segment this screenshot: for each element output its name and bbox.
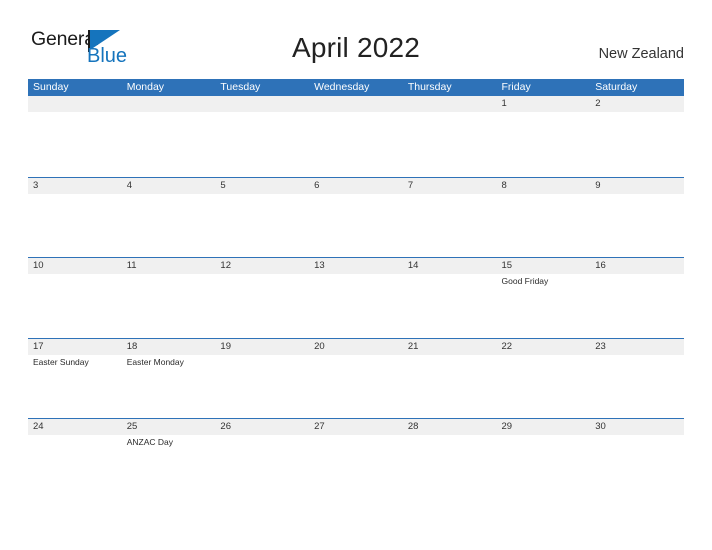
day-number: 25: [126, 421, 138, 433]
day-number: 1: [501, 98, 507, 109]
day-number: 14: [407, 260, 419, 272]
day-cell[interactable]: 19: [215, 339, 309, 419]
day-number: 21: [407, 340, 419, 352]
day-number: 12: [220, 260, 231, 272]
day-number: 11: [126, 260, 137, 272]
day-cell[interactable]: 10: [28, 258, 122, 338]
day-cell[interactable]: 17 Easter Sunday: [28, 339, 122, 419]
day-number: 4: [126, 179, 132, 191]
day-number: 17: [33, 340, 44, 352]
day-cell[interactable]: 21: [403, 339, 497, 419]
day-number: 15: [501, 260, 513, 272]
day-number: 24: [33, 421, 44, 433]
day-cell[interactable]: 30: [590, 419, 684, 499]
day-cell[interactable]: 13: [309, 258, 403, 338]
day-event-label: Easter Sunday: [33, 356, 89, 367]
day-cell[interactable]: 24: [28, 419, 122, 499]
day-cell[interactable]: 15 Good Friday: [497, 258, 591, 338]
day-number: 20: [314, 340, 325, 352]
day-number: 29: [501, 421, 513, 433]
day-of-week-header: Sunday Monday Tuesday Wednesday Thursday…: [28, 79, 684, 96]
dow-saturday: Saturday: [595, 81, 638, 93]
day-cell[interactable]: 7: [403, 178, 497, 258]
week-row: 3 4 5 6 7 8 9: [28, 176, 684, 258]
week-row: 12: [28, 96, 684, 177]
day-cell[interactable]: 12: [215, 258, 309, 338]
day-cell-empty: [215, 96, 309, 176]
dow-sunday: Sunday: [33, 81, 69, 93]
day-number: 3: [33, 179, 39, 191]
day-cell[interactable]: 1: [497, 96, 591, 176]
day-number: 27: [314, 421, 325, 433]
day-number: 30: [595, 421, 606, 433]
day-number: 5: [220, 179, 226, 191]
dow-monday: Monday: [126, 81, 165, 93]
week-row: 17 Easter Sunday 18 Easter Monday 19 20 21 22 23: [28, 337, 684, 419]
day-cell-empty: [403, 96, 497, 176]
day-event-label: Easter Monday: [126, 356, 184, 367]
day-cell[interactable]: 28: [403, 419, 497, 499]
country-label: New Zealand: [598, 46, 684, 62]
day-number: 18: [126, 340, 138, 352]
week-cells: 17 Easter Sunday 18 Easter Monday 19 20 21 22 23: [28, 339, 684, 419]
dow-wednesday: Wednesday: [314, 81, 370, 93]
week-row: 10 11 12 13 14 15 Good Friday 16: [28, 257, 684, 338]
day-cell[interactable]: 27: [309, 419, 403, 499]
dow-friday: Friday: [501, 81, 531, 93]
day-cell-empty: [309, 96, 403, 176]
day-cell[interactable]: 22: [497, 339, 591, 419]
day-cell[interactable]: 8: [497, 178, 591, 258]
day-number: 16: [595, 260, 606, 272]
day-cell[interactable]: 18 Easter Monday: [122, 339, 216, 419]
day-cell[interactable]: 2: [590, 96, 684, 176]
day-number: 6: [314, 179, 320, 191]
week-row: 24 25 ANZAC Day 26 27 28 29 30: [28, 418, 684, 499]
day-number: 23: [595, 340, 606, 352]
day-cell[interactable]: 9: [590, 178, 684, 258]
day-event-label: Good Friday: [501, 276, 549, 287]
day-number: 9: [595, 179, 601, 191]
day-cell[interactable]: 5: [215, 178, 309, 258]
day-cell[interactable]: 11: [122, 258, 216, 338]
day-cell[interactable]: 16: [590, 258, 684, 338]
day-cell-empty: [28, 96, 122, 176]
day-event-label: ANZAC Day: [126, 437, 173, 448]
calendar-grid: Sunday Monday Tuesday Wednesday Thursday…: [28, 79, 684, 499]
day-number: 7: [407, 179, 414, 191]
day-number: [314, 96, 403, 112]
day-number: 10: [33, 260, 44, 272]
day-number: 2: [595, 98, 601, 109]
dow-tuesday: Tuesday: [220, 81, 261, 93]
week-cells: 24 25 ANZAC Day 26 27 28 29 30: [28, 419, 684, 499]
day-cell[interactable]: 25 ANZAC Day: [122, 419, 216, 499]
page-header: General Blue April 2022 New Zealand: [0, 0, 712, 72]
day-cell[interactable]: 26: [215, 419, 309, 499]
day-number: [408, 96, 497, 112]
day-number: 8: [501, 179, 507, 191]
week-cells: 10 11 12 13 14 15 Good Friday 16: [28, 258, 684, 338]
day-number: [127, 96, 216, 112]
day-number: 19: [220, 340, 231, 352]
day-cell[interactable]: 6: [309, 178, 403, 258]
day-number: 22: [501, 340, 513, 352]
day-cell[interactable]: 20: [309, 339, 403, 419]
day-number: [33, 96, 122, 112]
day-number: 13: [314, 260, 325, 272]
day-number: 26: [220, 421, 231, 433]
day-cell[interactable]: 14: [403, 258, 497, 338]
day-cell[interactable]: 29: [497, 419, 591, 499]
week-cells: 3 4 5 6 7 8 9: [28, 178, 684, 258]
day-number: [220, 96, 309, 112]
week-cells: 12: [28, 96, 684, 176]
dow-thursday: Thursday: [407, 81, 452, 93]
day-cell[interactable]: 23: [590, 339, 684, 419]
day-number: 28: [407, 421, 419, 433]
calendar-weeks: 1 2 3 4 5 6 7 8 9 10 11 12 13 14 15 Good Friday 16 17 East…: [28, 96, 684, 499]
day-cell-empty: [122, 96, 216, 176]
day-cell[interactable]: 3: [28, 178, 122, 258]
day-cell[interactable]: 4: [122, 178, 216, 258]
